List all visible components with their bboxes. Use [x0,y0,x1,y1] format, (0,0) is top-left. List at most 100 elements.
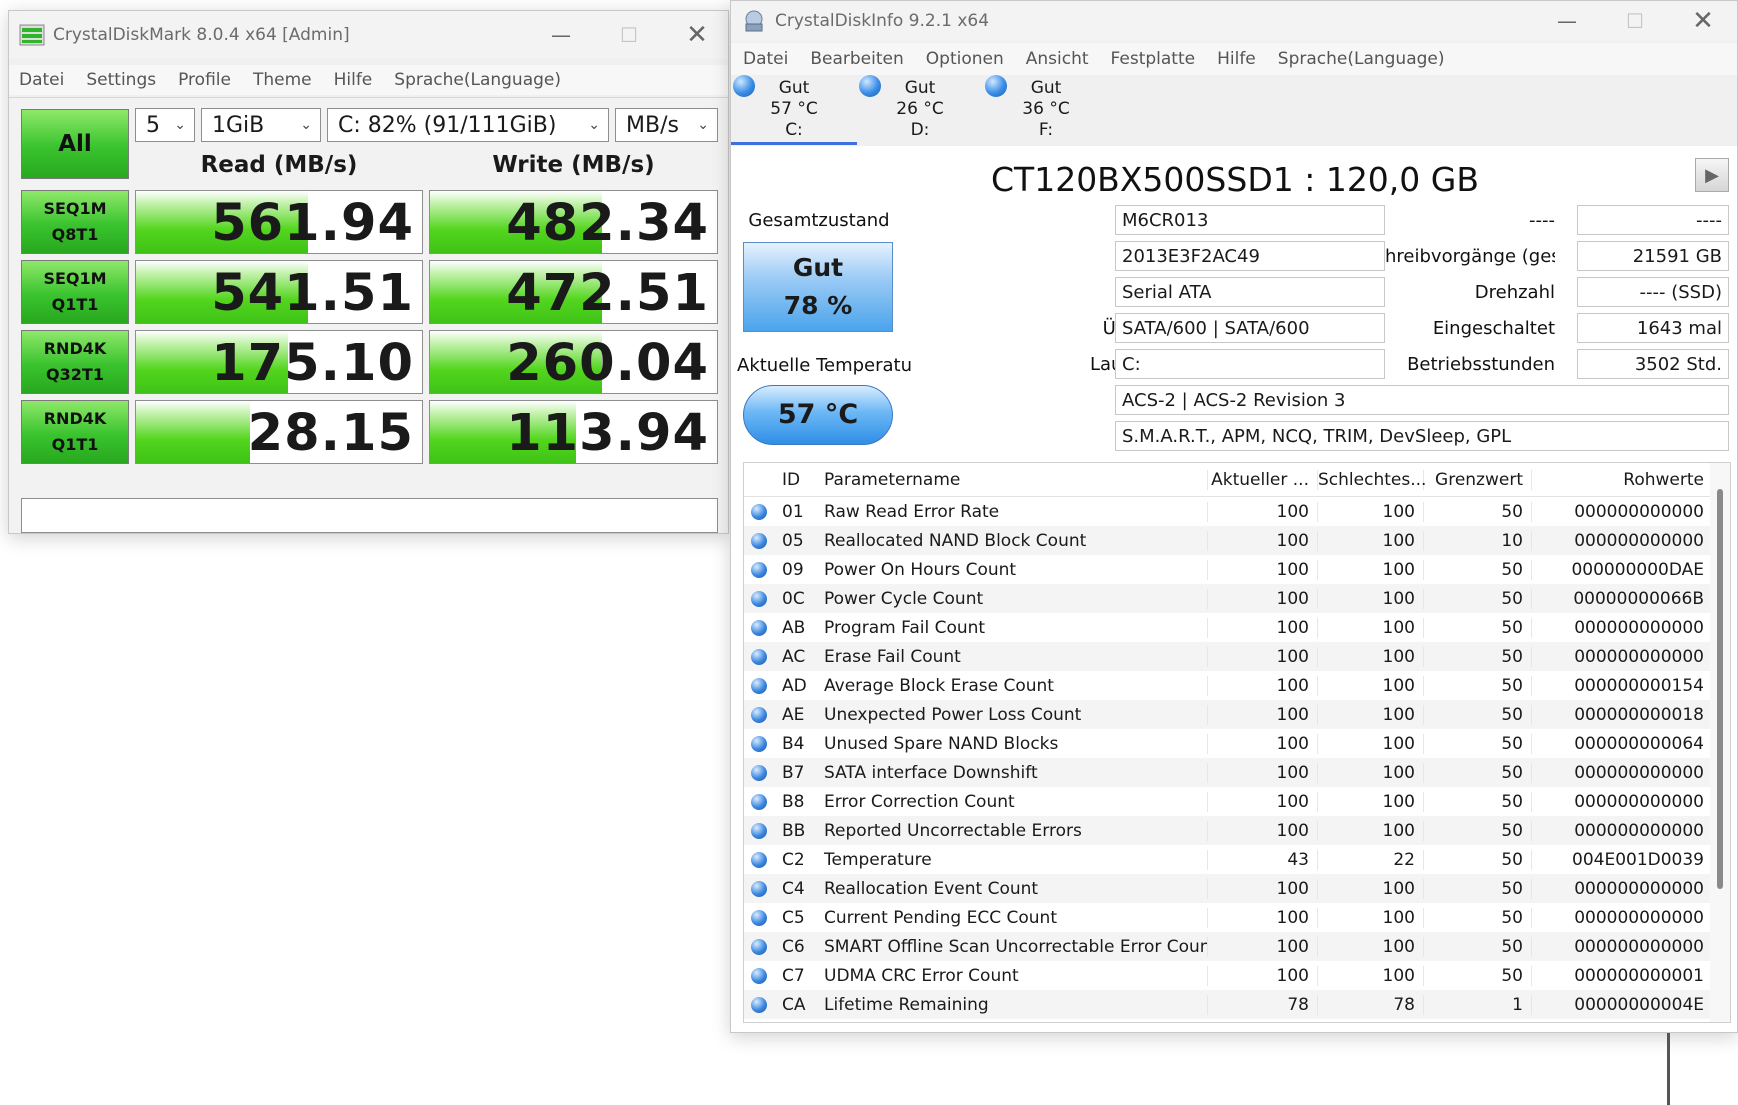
attr-name: Power On Hours Count [816,559,1208,580]
table-row[interactable]: C7 UDMA CRC Error Count 100 100 50 0000000000… [744,961,1710,990]
status-cell [744,851,774,868]
menu-bearbeiten[interactable]: Bearbeiten [810,49,903,69]
menu-hilfe[interactable]: Hilfe [334,70,373,90]
attr-id: AC [782,646,806,667]
read-bar-fill [136,401,251,463]
temperature-button[interactable]: 57 °C [743,385,893,445]
minimize-icon[interactable]: — [527,11,595,59]
menu-ansicht[interactable]: Ansicht [1026,49,1089,69]
drive-select[interactable]: C: 82% (91/111GiB) ⌄ [327,108,609,142]
attr-threshold: 50 [1424,559,1532,580]
table-row[interactable]: CA Lifetime Remaining 78 78 1 00000000004E [744,990,1710,1019]
drive-model-title: CT120BX500SSD1 : 120,0 GB [991,160,1479,199]
table-row[interactable]: B7 SATA interface Downshift 100 100 50 000000… [744,758,1710,787]
header-parameter[interactable]: Parametername [816,469,1208,490]
attr-current: 100 [1208,646,1318,667]
menu-optionen[interactable]: Optionen [926,49,1004,69]
attr-worst: 100 [1318,501,1424,522]
table-row[interactable]: C2 Temperature 43 22 50 004E001D0039 [744,845,1710,874]
attr-raw: 000000000000 [1574,501,1704,522]
test-button[interactable]: RND4K Q32T1 [21,330,129,394]
header-raw-values[interactable]: Rohwerte [1532,470,1712,490]
menu-datei[interactable]: Datei [19,70,64,90]
table-row[interactable]: B4 Unused Spare NAND Blocks 100 100 50 000000… [744,729,1710,758]
attr-threshold: 50 [1424,646,1532,667]
transfer-mode-field: SATA/600 | SATA/600 [1115,313,1385,343]
attr-id: 01 [782,501,804,522]
chevron-down-icon: ⌄ [588,117,600,133]
menu-hilfe[interactable]: Hilfe [1217,49,1256,69]
attr-current: 100 [1208,588,1318,609]
status-cell [744,938,774,955]
table-row[interactable]: 01 Raw Read Error Rate 100 100 50 00000000000… [744,497,1710,526]
menu-sprache[interactable]: Sprache(Language) [1278,49,1445,69]
chevron-down-icon: ⌄ [300,117,312,133]
status-dot-icon [751,648,767,665]
health-status-button[interactable]: Gut 78 % [743,242,893,332]
drive-temp: 36 °C [1022,99,1070,119]
table-row[interactable]: AC Erase Fail Count 100 100 50 000000000000 [744,642,1710,671]
cdi-titlebar[interactable]: CrystalDiskInfo 9.2.1 x64 — ☐ ✕ [731,1,1737,41]
test-button[interactable]: RND4K Q1T1 [21,400,129,464]
count-select[interactable]: 5 ⌄ [135,108,195,142]
menu-theme[interactable]: Theme [253,70,312,90]
all-button[interactable]: All [21,109,129,179]
status-cell [744,880,774,897]
table-row[interactable]: AD Average Block Erase Count 100 100 50 00000… [744,671,1710,700]
status-dot-icon [751,793,767,810]
smart-table[interactable]: ID Parametername Aktueller ... Schlechte… [743,462,1731,1023]
menu-settings[interactable]: Settings [86,70,156,90]
minimize-icon[interactable]: — [1533,1,1601,41]
attr-name: Reallocation Event Count [816,878,1208,899]
test-button[interactable]: SEQ1M Q8T1 [21,190,129,254]
header-worst[interactable]: Schlechtes... [1318,469,1426,490]
size-select[interactable]: 1GiB ⌄ [201,108,321,142]
cdm-titlebar[interactable]: CrystalDiskMark 8.0.4 x64 [Admin] — ☐ ✕ [9,11,728,59]
cdm-benchmark-panel: All 5 ⌄ 1GiB ⌄ C: 82% (91/111GiB) ⌄ MB/s… [9,97,728,533]
table-row[interactable]: C6 SMART Offline Scan Uncorrectable Error… [744,932,1710,961]
table-row[interactable]: B8 Error Correction Count 100 100 50 00000000… [744,787,1710,816]
attr-current: 100 [1208,762,1318,783]
close-icon[interactable]: ✕ [663,11,731,59]
test-button[interactable]: SEQ1M Q1T1 [21,260,129,324]
attr-threshold: 50 [1424,820,1532,841]
menu-festplatte[interactable]: Festplatte [1111,49,1196,69]
table-row[interactable]: BB Reported Uncorrectable Errors 100 100 50 0… [744,816,1710,845]
menu-profile[interactable]: Profile [178,70,231,90]
attr-worst: 100 [1318,878,1424,899]
close-icon[interactable]: ✕ [1669,1,1737,41]
table-row[interactable]: AB Program Fail Count 100 100 50 000000000000 [744,613,1710,642]
menu-datei[interactable]: Datei [743,49,788,69]
test-params: Q1T1 [51,295,99,314]
attr-current: 100 [1208,907,1318,928]
table-row[interactable]: 09 Power On Hours Count 100 100 50 000000000D… [744,555,1710,584]
table-scrollbar[interactable] [1710,463,1730,1022]
attr-current: 100 [1208,704,1318,725]
scrollbar-thumb[interactable] [1717,489,1723,889]
drive-tab-f[interactable]: Gut 36 °C F: [983,75,1109,145]
menu-sprache[interactable]: Sprache(Language) [394,70,561,90]
drive-tab-d[interactable]: Gut 26 °C D: [857,75,983,145]
unit-select[interactable]: MB/s ⌄ [615,108,718,142]
header-current[interactable]: Aktueller ... [1208,469,1318,490]
attr-threshold: 50 [1424,762,1532,783]
maximize-icon[interactable]: ☐ [595,11,663,59]
header-threshold[interactable]: Grenzwert [1424,469,1532,490]
drive-temp: 57 °C [770,99,818,119]
table-row[interactable]: 0C Power Cycle Count 100 100 50 00000000066B [744,584,1710,613]
comment-input[interactable] [21,498,718,533]
cdi-window-title: CrystalDiskInfo 9.2.1 x64 [775,11,990,31]
read-result-cell: 28.15 [135,400,423,464]
chevron-down-icon: ⌄ [174,117,186,133]
next-drive-button[interactable]: ▶ [1695,158,1729,192]
table-row[interactable]: 05 Reallocated NAND Block Count 100 100 10 00… [744,526,1710,555]
table-row[interactable]: C5 Current Pending ECC Count 100 100 50 00000… [744,903,1710,932]
drive-tab-c[interactable]: Gut 57 °C C: [731,75,857,145]
table-row[interactable]: C4 Reallocation Event Count 100 100 50 000000… [744,874,1710,903]
status-cell [744,822,774,839]
table-row[interactable]: AE Unexpected Power Loss Count 100 100 50 000… [744,700,1710,729]
header-id[interactable]: ID [774,470,816,490]
maximize-icon[interactable]: ☐ [1601,1,1669,41]
attr-name: SATA interface Downshift [816,762,1208,783]
serial-field: 2013E3F2AC49 [1115,241,1385,271]
